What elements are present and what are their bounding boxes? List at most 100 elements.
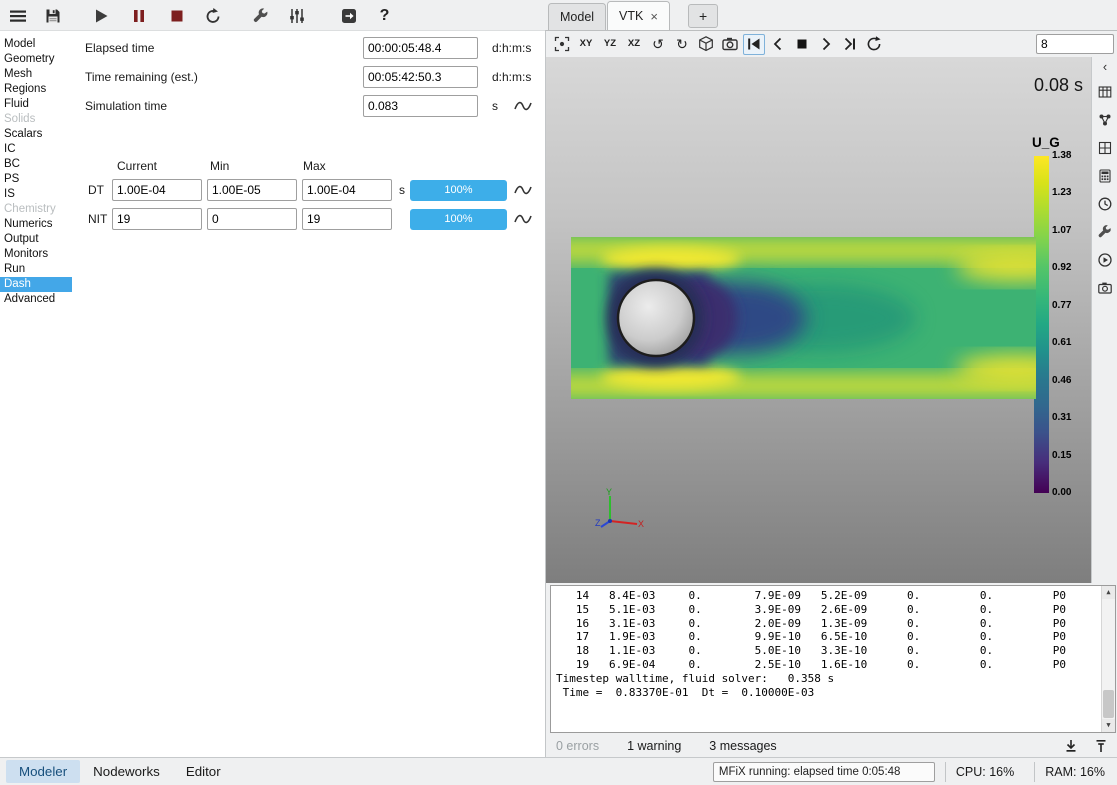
sidebar-item-scalars[interactable]: Scalars bbox=[0, 127, 72, 142]
nit-max-input[interactable] bbox=[302, 208, 392, 230]
nit-current-input[interactable] bbox=[112, 208, 202, 230]
tab-vtk-label: VTK bbox=[619, 9, 643, 23]
add-tab-button[interactable]: + bbox=[688, 4, 718, 28]
scroll-up-icon[interactable]: ▲ bbox=[1102, 586, 1115, 599]
rotate-cw-icon[interactable]: ↻ bbox=[671, 34, 693, 55]
elapsed-time-input[interactable] bbox=[363, 37, 478, 59]
loop-playback-icon[interactable] bbox=[863, 34, 885, 55]
sidebar-item-bc[interactable]: BC bbox=[0, 157, 72, 172]
sidebar-item-dash[interactable]: Dash bbox=[0, 277, 72, 292]
view-xz-button[interactable]: XZ bbox=[623, 34, 645, 55]
messages-count[interactable]: 3 messages bbox=[709, 739, 776, 753]
view-yz-button[interactable]: YZ bbox=[599, 34, 621, 55]
tab-editor[interactable]: Editor bbox=[173, 760, 234, 783]
simulation-time-plot-icon[interactable] bbox=[512, 97, 534, 115]
mesh-icon[interactable] bbox=[1094, 137, 1116, 159]
console-scrollbar[interactable]: ▲ ▼ bbox=[1101, 586, 1115, 732]
menu-icon[interactable] bbox=[5, 3, 30, 28]
console-line: 14 8.4E-03 0. 7.9E-09 5.2E-09 0. 0. P0 bbox=[556, 589, 1110, 603]
sidebar-item-ps[interactable]: PS bbox=[0, 172, 72, 187]
elapsed-time-label: Elapsed time bbox=[85, 41, 154, 55]
cpu-usage: CPU: 16% bbox=[945, 762, 1024, 782]
console-line: 17 1.9E-03 0. 9.9E-10 6.5E-10 0. 0. P0 bbox=[556, 630, 1110, 644]
colorbar bbox=[1034, 156, 1049, 493]
column-header-min: Min bbox=[210, 159, 229, 173]
sidebar-item-run[interactable]: Run bbox=[0, 262, 72, 277]
wrench-icon[interactable] bbox=[248, 3, 273, 28]
play-circle-icon[interactable] bbox=[1094, 249, 1116, 271]
reset-view-icon[interactable] bbox=[551, 34, 573, 55]
dt-plot-icon[interactable] bbox=[512, 181, 534, 199]
scrollbar-thumb[interactable] bbox=[1103, 690, 1114, 718]
snapshot-camera-icon[interactable] bbox=[1094, 277, 1116, 299]
tab-vtk[interactable]: VTK × bbox=[607, 1, 670, 30]
settings-sliders-icon[interactable] bbox=[284, 3, 309, 28]
axis-x-label: X bbox=[638, 519, 644, 529]
table-icon[interactable] bbox=[1094, 81, 1116, 103]
tab-nodeworks[interactable]: Nodeworks bbox=[80, 760, 173, 783]
dt-current-input[interactable] bbox=[112, 179, 202, 201]
reset-icon[interactable] bbox=[200, 3, 225, 28]
last-frame-icon[interactable] bbox=[839, 34, 861, 55]
tab-modeler[interactable]: Modeler bbox=[6, 760, 80, 783]
errors-count[interactable]: 0 errors bbox=[556, 739, 599, 753]
time-remaining-input[interactable] bbox=[363, 66, 478, 88]
nodes-icon[interactable] bbox=[1094, 109, 1116, 131]
console-output[interactable]: 14 8.4E-03 0. 7.9E-09 5.2E-09 0. 0. P0 1… bbox=[550, 585, 1116, 733]
export-icon[interactable] bbox=[336, 3, 361, 28]
sidebar-item-monitors[interactable]: Monitors bbox=[0, 247, 72, 262]
camera-icon[interactable] bbox=[719, 34, 741, 55]
vtk-toolbar: XY YZ XZ ↺ ↻ bbox=[546, 31, 1117, 57]
close-icon[interactable]: × bbox=[650, 10, 658, 23]
warnings-count[interactable]: 1 warning bbox=[627, 739, 681, 753]
help-icon[interactable]: ? bbox=[372, 3, 397, 28]
simulation-time-input[interactable] bbox=[363, 95, 478, 117]
orientation-axes: Y X Z bbox=[594, 487, 646, 539]
scroll-to-bottom-icon[interactable] bbox=[1062, 737, 1080, 755]
sidebar-item-output[interactable]: Output bbox=[0, 232, 72, 247]
calculator-icon[interactable] bbox=[1094, 165, 1116, 187]
console-line: 16 3.1E-03 0. 2.0E-09 1.3E-09 0. 0. P0 bbox=[556, 617, 1110, 631]
sidebar-item-is[interactable]: IS bbox=[0, 187, 72, 202]
clock-icon[interactable] bbox=[1094, 193, 1116, 215]
sidebar-item-fluid[interactable]: Fluid bbox=[0, 97, 72, 112]
rotate-ccw-icon[interactable]: ↺ bbox=[647, 34, 669, 55]
sidebar-item-regions[interactable]: Regions bbox=[0, 82, 72, 97]
dt-max-input[interactable] bbox=[302, 179, 392, 201]
pause-icon[interactable] bbox=[126, 3, 151, 28]
vtk-render-view[interactable]: 0.08 s U_G 1.381.23 1.070.92 0.770.61 0.… bbox=[546, 57, 1091, 583]
simulation-time-label: Simulation time bbox=[85, 99, 167, 113]
stop-playback-icon[interactable] bbox=[791, 34, 813, 55]
tab-model[interactable]: Model bbox=[548, 3, 606, 30]
sidebar-item-model[interactable]: Model bbox=[0, 37, 72, 52]
flow-field bbox=[571, 237, 1036, 399]
tool-wrench-icon[interactable] bbox=[1094, 221, 1116, 243]
view-xy-button[interactable]: XY bbox=[575, 34, 597, 55]
sidebar-item-mesh[interactable]: Mesh bbox=[0, 67, 72, 82]
tab-model-label: Model bbox=[560, 10, 594, 24]
nit-min-input[interactable] bbox=[207, 208, 297, 230]
first-frame-icon[interactable] bbox=[743, 34, 765, 55]
ram-usage: RAM: 16% bbox=[1034, 762, 1115, 782]
scroll-to-top-icon[interactable] bbox=[1092, 737, 1110, 755]
right-tabbar: Model VTK × + bbox=[545, 0, 1117, 30]
sidebar-item-advanced[interactable]: Advanced bbox=[0, 292, 72, 307]
vtk-side-strip: ‹ bbox=[1091, 57, 1117, 583]
nit-plot-icon[interactable] bbox=[512, 210, 534, 228]
sidebar-item-geometry[interactable]: Geometry bbox=[0, 52, 72, 67]
stop-icon[interactable] bbox=[164, 3, 189, 28]
save-icon[interactable] bbox=[40, 3, 65, 28]
scroll-down-icon[interactable]: ▼ bbox=[1102, 719, 1115, 732]
perspective-cube-icon[interactable] bbox=[695, 34, 717, 55]
run-icon[interactable] bbox=[88, 3, 113, 28]
frame-number-input[interactable] bbox=[1036, 34, 1114, 54]
previous-frame-icon[interactable] bbox=[767, 34, 789, 55]
collapse-panel-icon[interactable]: ‹ bbox=[1103, 59, 1107, 75]
sidebar-item-numerics[interactable]: Numerics bbox=[0, 217, 72, 232]
sidebar-item-chemistry: Chemistry bbox=[0, 202, 72, 217]
next-frame-icon[interactable] bbox=[815, 34, 837, 55]
nit-row-label: NIT bbox=[88, 212, 107, 226]
dt-min-input[interactable] bbox=[207, 179, 297, 201]
time-annotation: 0.08 s bbox=[1034, 75, 1083, 96]
sidebar-item-ic[interactable]: IC bbox=[0, 142, 72, 157]
